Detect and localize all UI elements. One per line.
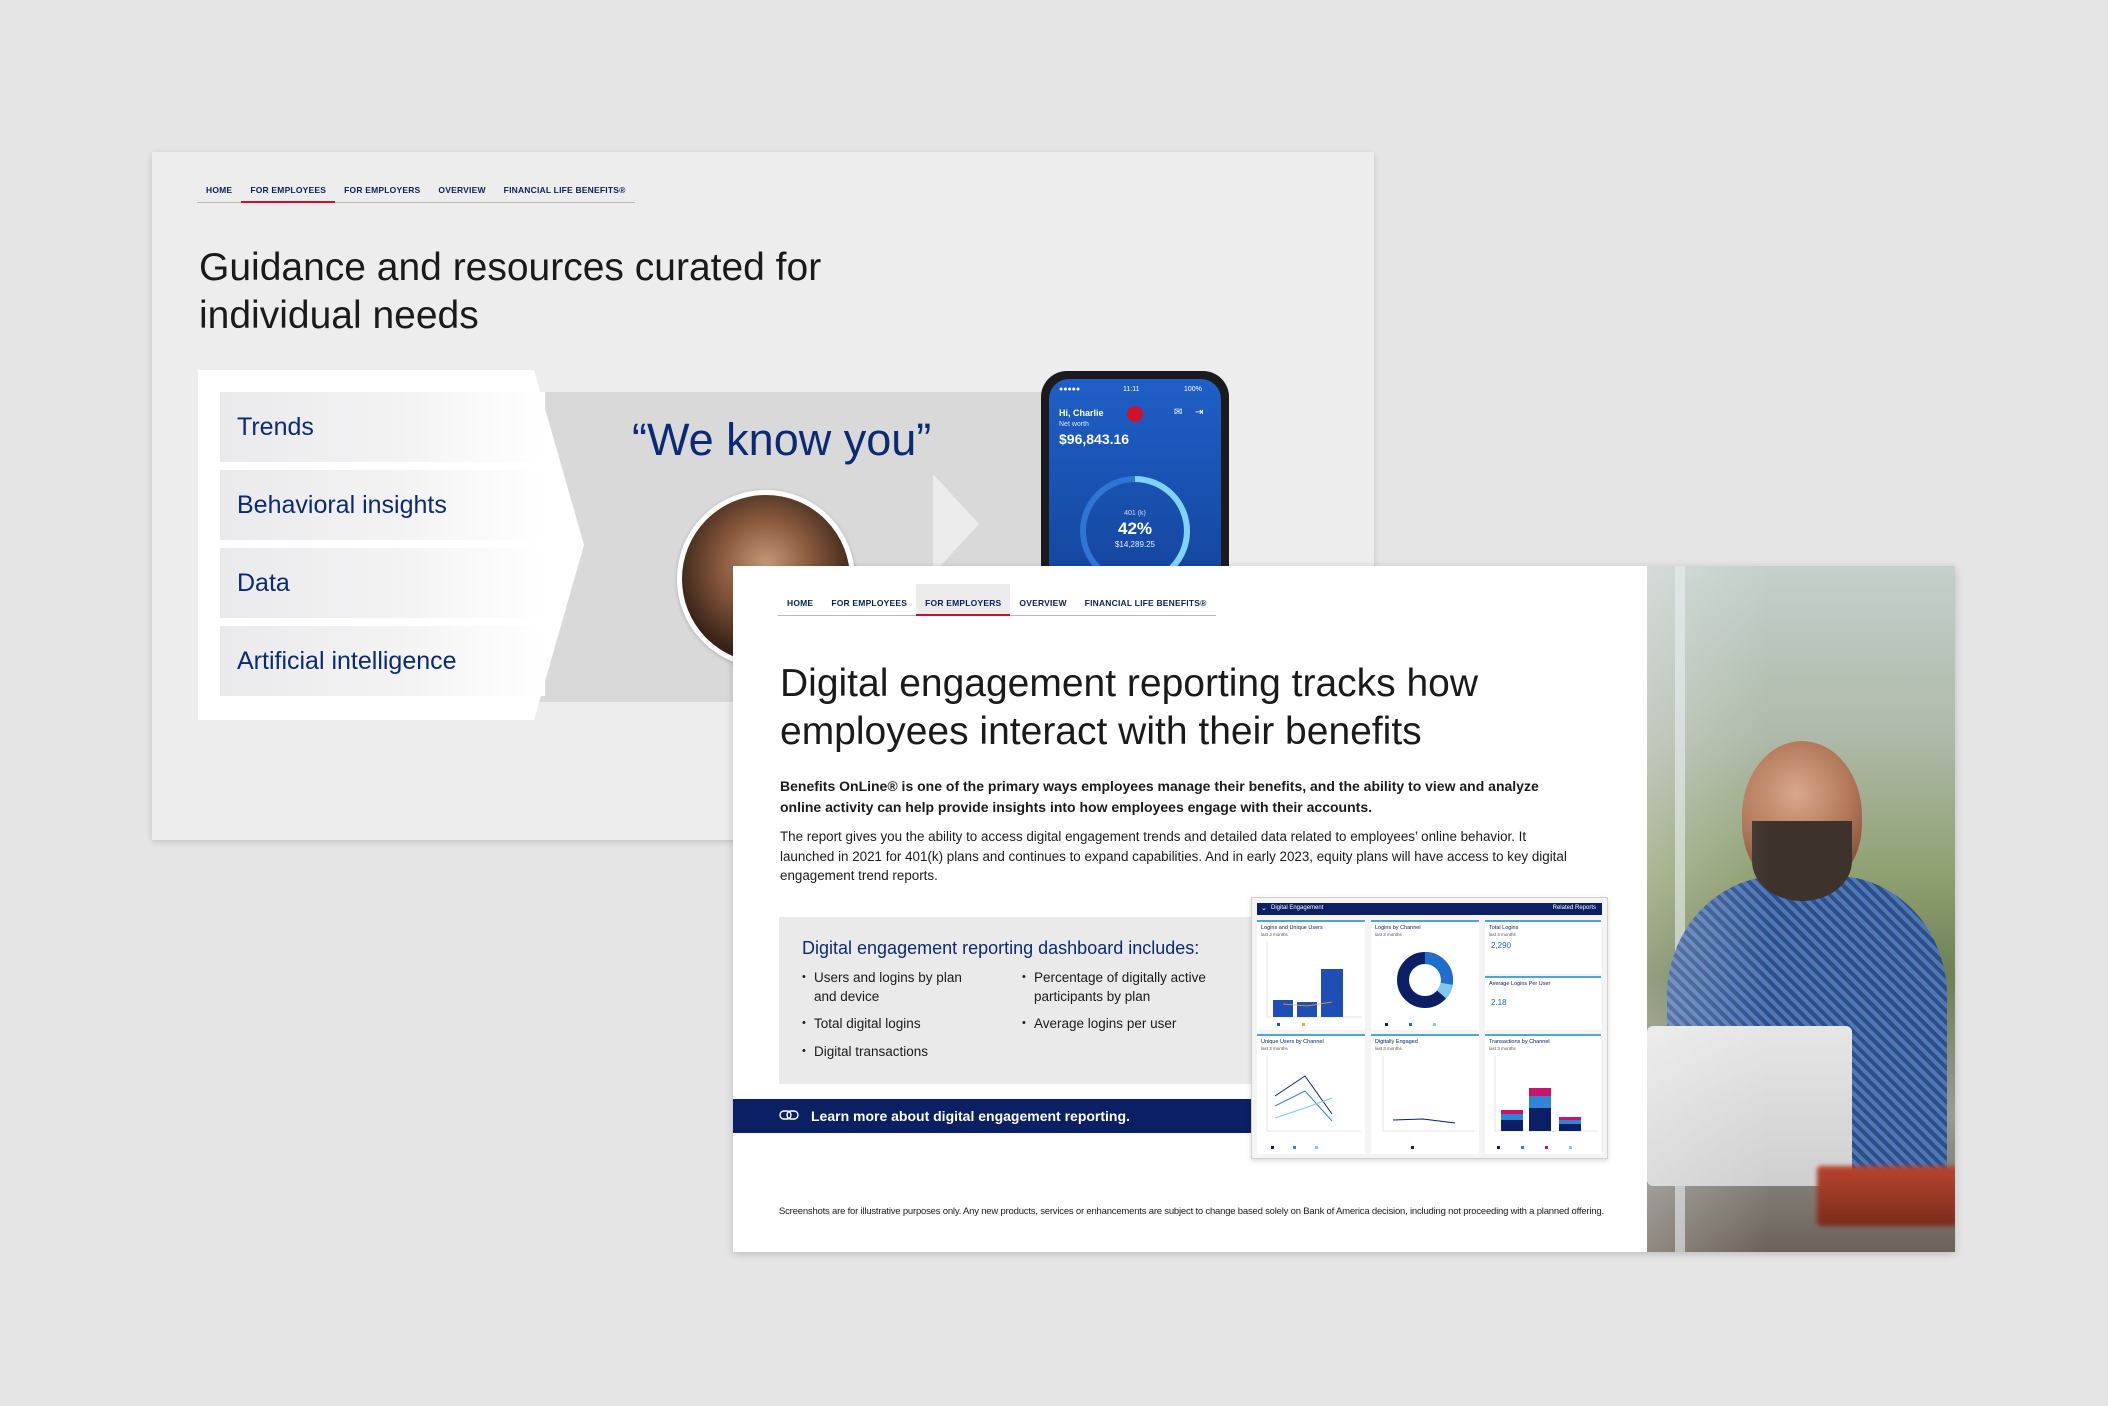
panel-total-logins: Total Logins last 3 months 2,290 [1485,920,1601,974]
list-item-trends: Trends [220,392,545,462]
bullet-item: Percentage of digitally active participa… [1022,968,1234,1006]
nav-for-employers[interactable]: FOR EMPLOYERS [916,584,1011,616]
back-page-title: Guidance and resources curated for indiv… [199,246,822,337]
dashboard-features-heading: Digital engagement reporting dashboard i… [802,938,1200,958]
chevron-down-icon: ⌄ [1261,905,1267,912]
learn-more-label: Learn more about digital engagement repo… [811,1108,1130,1124]
back-nav: HOME FOR EMPLOYEES FOR EMPLOYERS OVERVIE… [197,185,635,203]
panel-title: Average Logins Per User [1489,981,1551,987]
logout-icon[interactable]: ⇥ [1195,407,1203,418]
phone-greeting: Hi, Charlie [1059,408,1104,418]
panel-title: Total Logins [1489,925,1519,931]
networth-value: $96,843.16 [1059,431,1130,447]
panel-digitally-engaged: Digitally Engaged last 3 months [1371,1034,1479,1154]
list-item-behavioral-insights: Behavioral insights [220,470,545,540]
mail-icon[interactable]: ✉ [1174,407,1182,418]
chevron-panel: Trends Behavioral insights Data Artifici… [198,370,584,720]
front-nav: HOME FOR EMPLOYEES FOR EMPLOYERS OVERVIE… [778,584,1216,616]
bullet-item: Users and logins by plan and device [802,968,984,1006]
learn-more-link[interactable]: Learn more about digital engagement repo… [733,1099,1253,1133]
quote-text: “We know you” [632,414,932,465]
nav-overview[interactable]: OVERVIEW [429,185,495,203]
nav-home[interactable]: HOME [778,598,823,616]
donut-chart-icon [1385,952,1453,1026]
dashboard-title: Digital Engagement [1271,905,1324,911]
nav-home[interactable]: HOME [197,185,242,203]
list-item-artificial-intelligence: Artificial intelligence [220,626,545,696]
panel-logins-by-channel: Logins by Channel last 3 months [1371,920,1479,1030]
phone-time: 11:11 [1123,386,1140,393]
average-logins-value: 2.18 [1491,998,1507,1007]
nav-overview[interactable]: OVERVIEW [1010,598,1076,616]
nav-financial-life-benefits[interactable]: FINANCIAL LIFE BENEFITS® [1075,598,1216,616]
networth-label: Net worth [1059,421,1089,428]
band-arrow [933,474,979,574]
dashboard-header: ⌄ Digital Engagement Related Reports [1257,903,1602,915]
list-item-label: Behavioral insights [237,491,447,519]
bar-chart-icon [1266,942,1361,1026]
link-icon [779,1110,799,1120]
list-item-label: Data [237,569,290,597]
nav-financial-life-benefits[interactable]: FINANCIAL LIFE BENEFITS® [494,185,635,203]
list-item-data: Data [220,548,545,618]
line-chart-icon [1382,1056,1475,1149]
list-item-label: Artificial intelligence [237,647,457,675]
intro-paragraph: Benefits OnLine® is one of the primary w… [780,778,1539,815]
panel-average-logins: Average Logins Per User 2.18 [1485,976,1601,1030]
dashboard-screenshot: ⌄ Digital Engagement Related Reports Log… [1251,897,1608,1159]
account-balance: $14,289.25 [1114,540,1156,549]
panel-unique-users-by-channel: Unique Users by Channel last 3 months [1257,1034,1365,1154]
nav-for-employers[interactable]: FOR EMPLOYERS [335,185,430,203]
nav-for-employees[interactable]: FOR EMPLOYEES [241,185,336,203]
account-percent: 42% [1117,519,1153,538]
bullet-item: Average logins per user [1022,1014,1234,1033]
bullet-item: Total digital logins [802,1014,1004,1033]
line-chart-icon [1266,1056,1361,1149]
signal-icon: ●●●●● [1059,386,1081,393]
account-label: 401 (k) [1124,510,1146,517]
total-logins-value: 2,290 [1491,941,1512,950]
battery-icon: 100% [1184,386,1202,393]
bank-logo-icon [1127,406,1143,422]
panel-subtitle: last 3 months [1489,932,1516,937]
nav-for-employees[interactable]: FOR EMPLOYEES [822,598,917,616]
front-page-title: Digital engagement reporting tracks how … [780,662,1479,753]
front-slide: HOME FOR EMPLOYEES FOR EMPLOYERS OVERVIE… [733,566,1955,1252]
bullet-item: Digital transactions [802,1042,1004,1061]
list-item-label: Trends [237,413,314,441]
panel-transactions-by-channel: Transactions by Channel last 3 months [1485,1034,1601,1154]
panel-logins-unique-users: Logins and Unique Users last 3 months [1257,920,1365,1030]
man-at-laptop-photo [1647,566,1955,1252]
dashboard-features-box: Digital engagement reporting dashboard i… [779,917,1255,1084]
related-reports-link[interactable]: Related Reports [1553,905,1596,911]
body-paragraph: The report gives you the ability to acce… [780,829,1567,883]
stacked-bar-chart-icon [1494,1056,1597,1149]
disclaimer-text: Screenshots are for illustrative purpose… [779,1206,1604,1217]
